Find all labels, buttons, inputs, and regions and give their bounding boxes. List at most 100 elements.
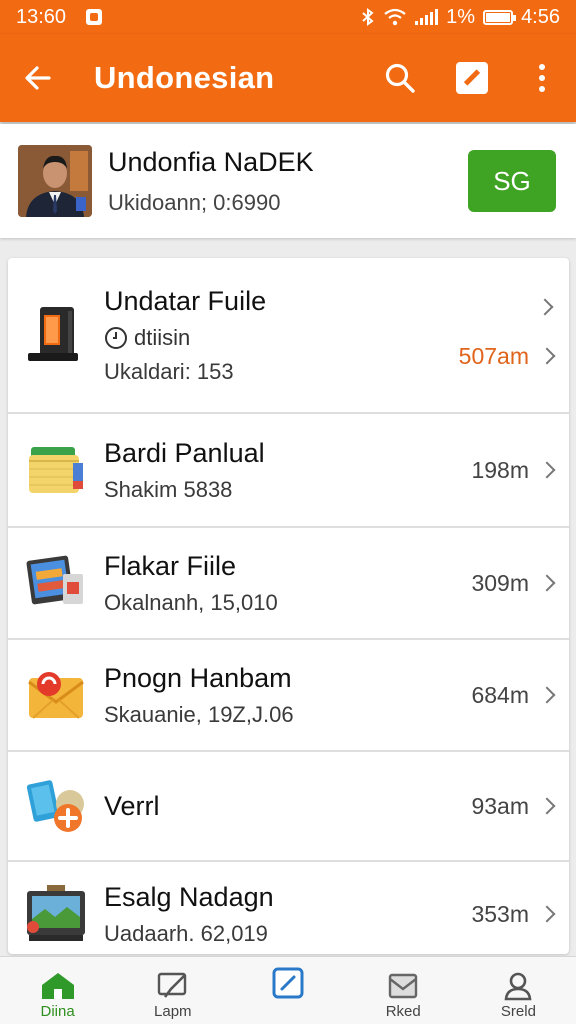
list-item[interactable]: Flakar Fiile Okalnanh, 15,010 309m — [8, 528, 569, 640]
list-item-size: 684m — [471, 681, 529, 708]
nav-label: Lapm — [154, 1003, 192, 1020]
profile-subtitle: Ukidoann; 0:6990 — [108, 189, 281, 215]
list-item-subtitle: Shakim 5838 — [104, 476, 233, 502]
list-item-size: 198m — [471, 456, 529, 483]
list-item-text: Verrl — [104, 791, 471, 822]
chevron-right-icon — [538, 905, 556, 923]
list-item[interactable]: Pnogn Hanbam Skauanie, 19Z,J.06 684m — [8, 640, 569, 752]
list-item-subtitle: Ukaldari: 153 — [104, 358, 234, 384]
list-item-size: 507am — [458, 342, 529, 369]
profile-name: Undonfia NaDEK — [108, 146, 314, 177]
list-item-subtitle: Skauanie, 19Z,J.06 — [104, 701, 294, 727]
file-icon-wrap — [8, 552, 104, 614]
file-icon-wrap — [8, 883, 104, 945]
chevron-right-icon — [538, 686, 556, 704]
nav-item-rked[interactable]: Rked — [346, 957, 461, 1024]
profile-card: Undonfia NaDEK Ukidoann; 0:6990 SG — [0, 124, 576, 238]
list-item-text: Esalg Nadagn Uadaarh. 62,019 — [104, 882, 471, 947]
device-icon — [28, 307, 78, 361]
list-item-right: 93am — [471, 793, 569, 820]
bottom-nav: Diina Lapm Rked Sreld — [0, 956, 576, 1024]
back-button[interactable] — [0, 34, 76, 122]
list-item-right: 198m — [471, 457, 569, 484]
mail-icon — [28, 672, 84, 719]
list-item-subtitle: Uadaarh. 62,019 — [104, 920, 268, 946]
app-actions — [364, 34, 576, 122]
list-item-title: Verrl — [104, 790, 160, 821]
more-vert-icon — [539, 64, 545, 92]
transfer-icon — [26, 780, 84, 832]
chevron-right-icon — [538, 797, 556, 815]
tv-icon — [27, 885, 85, 941]
more-button[interactable] — [508, 34, 576, 122]
search-button[interactable] — [364, 34, 436, 122]
signal-icon — [415, 9, 439, 25]
chevron-right-icon — [536, 298, 554, 315]
list-item-text: Pnogn Hanbam Skauanie, 19Z,J.06 — [104, 663, 471, 728]
list-item-right: 684m — [471, 682, 569, 709]
nav-label: Rked — [385, 1003, 421, 1020]
file-icon-wrap — [8, 439, 104, 501]
list-item-right: 507am — [458, 298, 569, 370]
file-icon-wrap — [8, 664, 104, 726]
notification-icon — [86, 9, 103, 25]
person-photo-icon — [18, 145, 92, 217]
nav-label: Sreld — [500, 1003, 536, 1020]
person-icon — [504, 972, 532, 1001]
list-item-title: Flakar Fiile — [104, 550, 237, 581]
status-left: 13:60 — [16, 5, 103, 29]
clock-icon — [105, 326, 127, 349]
battery-percent: 1% — [446, 5, 476, 28]
battery-icon — [483, 9, 517, 25]
list-item-subtitle: Okalnanh, 15,010 — [104, 589, 278, 615]
pen-icon — [157, 972, 186, 998]
chevron-right-icon — [538, 574, 556, 592]
file-icon-wrap — [8, 303, 104, 367]
list-item-title: Bardi Panlual — [104, 437, 265, 468]
list-item-title: Pnogn Hanbam — [104, 662, 292, 693]
file-icon-wrap — [8, 774, 104, 838]
avatar — [18, 145, 92, 217]
list-item-meta-text: dtiisin — [134, 324, 191, 350]
list-item-text: Undatar Fuile dtiisin Ukaldari: 153 — [104, 286, 459, 385]
page-title: Undonesian — [94, 60, 275, 95]
chevron-right-icon — [538, 347, 556, 365]
list-item-size: 309m — [471, 569, 529, 596]
wifi-icon — [384, 8, 406, 26]
list-item-text: Bardi Panlual Shakim 5838 — [104, 438, 471, 503]
bluetooth-icon — [362, 8, 374, 26]
edit-icon — [456, 62, 488, 94]
list-item[interactable]: Bardi Panlual Shakim 5838 198m — [8, 414, 569, 528]
list-item-title: Undatar Fuile — [104, 285, 267, 316]
nav-label: Diina — [40, 1003, 75, 1020]
nav-item-home[interactable]: Diina — [0, 957, 115, 1024]
folder-icon — [29, 447, 83, 493]
tablet-icon — [26, 555, 83, 605]
nav-item-sreld[interactable]: Sreld — [461, 957, 576, 1024]
list-item-title: Esalg Nadagn — [104, 881, 274, 912]
profile-info: Undonfia NaDEK Ukidoann; 0:6990 — [92, 147, 468, 216]
list-item-meta: dtiisin — [104, 325, 459, 351]
home-icon — [41, 973, 74, 999]
list-item[interactable]: Verrl 93am — [8, 752, 569, 862]
profile-action-button[interactable]: SG — [468, 150, 556, 212]
app-bar: Undonesian — [0, 34, 576, 122]
search-icon — [385, 63, 415, 93]
nav-item-lapm[interactable]: Lapm — [115, 957, 230, 1024]
list-item-size: 93am — [471, 792, 529, 819]
list-item-right: 309m — [471, 570, 569, 597]
status-right: 1% 4:56 — [361, 6, 560, 29]
status-time-right: 4:56 — [521, 5, 560, 28]
file-list: Undatar Fuile dtiisin Ukaldari: 153 507a… — [8, 258, 569, 954]
inbox-icon — [389, 973, 418, 999]
status-bar: 13:60 1% 4:56 — [0, 0, 576, 34]
nav-item-compose[interactable] — [230, 957, 345, 1024]
list-item[interactable]: Esalg Nadagn Uadaarh. 62,019 353m — [8, 862, 569, 954]
list-item-right: 353m — [471, 901, 569, 928]
edit-button[interactable] — [436, 34, 508, 122]
status-time-left: 13:60 — [16, 5, 67, 28]
compose-icon — [272, 967, 304, 998]
list-item-text: Flakar Fiile Okalnanh, 15,010 — [104, 551, 471, 616]
chevron-right-icon — [538, 461, 556, 479]
list-item[interactable]: Undatar Fuile dtiisin Ukaldari: 153 507a… — [8, 258, 569, 414]
